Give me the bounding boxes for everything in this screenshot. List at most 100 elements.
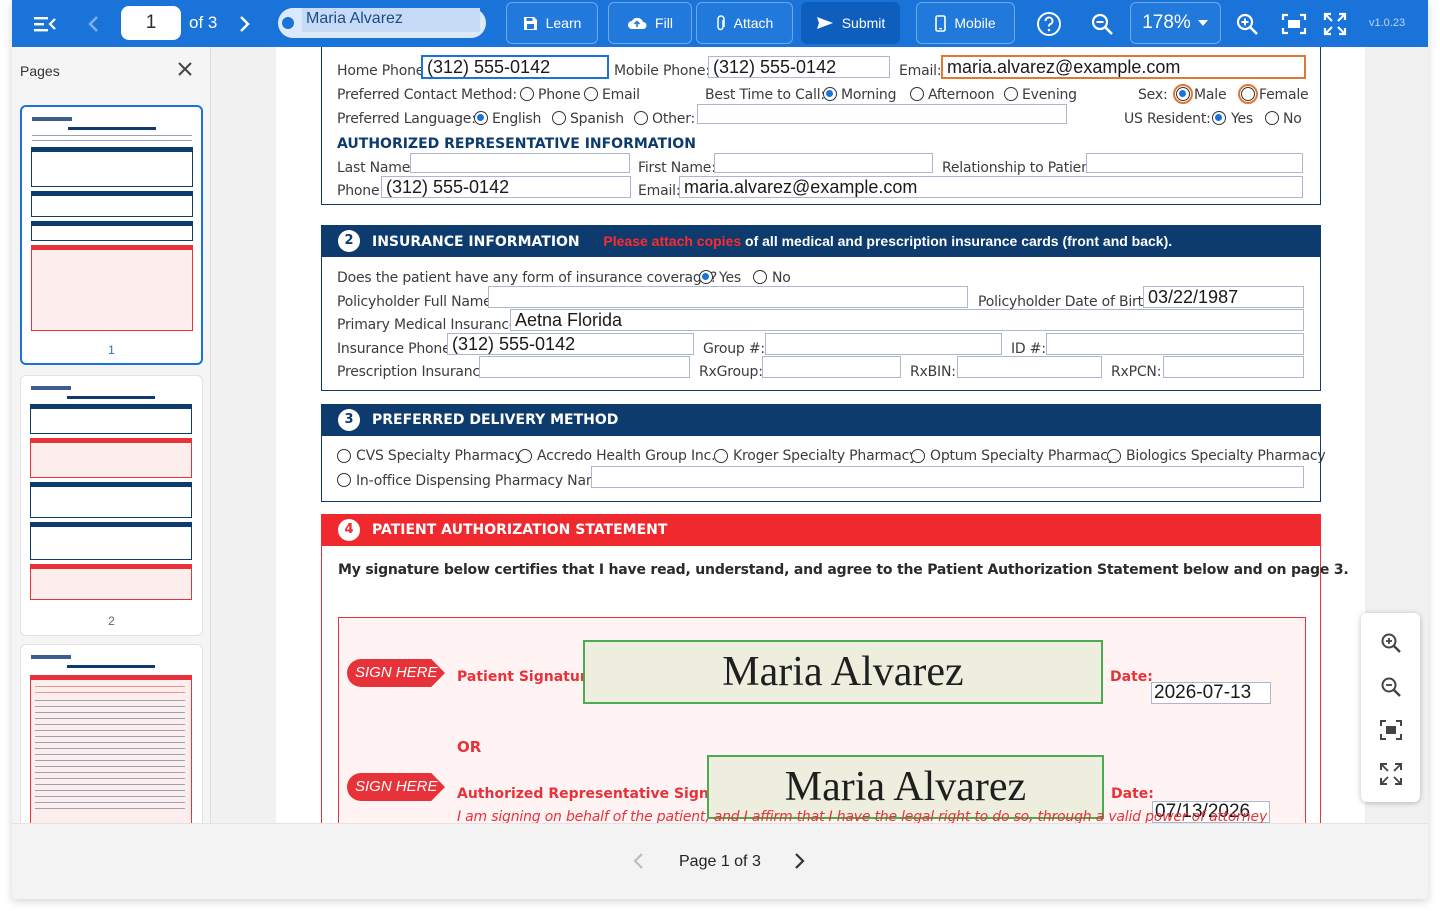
contact-phone-label: Phone [538,87,581,103]
close-icon[interactable] [177,61,193,82]
radio-resident-yes[interactable] [1212,111,1226,125]
rep-last-name-field[interactable] [410,153,630,173]
section-number: 2 [338,230,360,252]
section-number: 4 [338,519,360,541]
attach-label: Attach [733,15,774,31]
page-thumbnail-1[interactable]: 1 [20,105,203,365]
id-field[interactable] [1046,333,1304,355]
toolbar: 1 of 3 Maria Alvarez Learn Fill Attach S… [12,0,1428,47]
policyholder-dob-field[interactable]: 03/22/1987 [1143,286,1304,308]
primary-insurance-label: Primary Medical Insurance: [337,317,522,333]
patient-signature-field[interactable]: Maria Alvarez [583,640,1103,704]
radio-time-morning[interactable] [823,87,837,101]
sex-male-label: Male [1194,87,1227,103]
group-field[interactable] [765,333,1002,355]
sex-female-label: Female [1259,87,1309,103]
rep-phone-field[interactable]: (312) 555-0142 [381,176,631,198]
radio-lang-english[interactable] [474,111,488,125]
radio-sex-male[interactable] [1173,84,1193,104]
insurance-phone-field[interactable]: (312) 555-0142 [447,333,694,355]
radio-lang-spanish[interactable] [552,111,566,125]
pdf-form-app: 1 of 3 Maria Alvarez Learn Fill Attach S… [12,0,1428,899]
patient-date-field[interactable]: 2026-07-13 [1151,682,1271,704]
radio-delivery-optum[interactable] [911,449,925,463]
rep-email-field[interactable]: maria.alvarez@example.com [679,176,1303,198]
rep-email-label: Email: [638,183,681,199]
preferred-language-label: Preferred Language: [337,111,476,127]
rep-relationship-field[interactable] [1086,153,1303,173]
page-number-input[interactable]: 1 [121,6,181,40]
primary-insurance-field[interactable]: Aetna Florida [510,309,1304,331]
submit-button[interactable]: Submit [801,2,900,44]
email-field[interactable]: maria.alvarez@example.com [941,55,1306,79]
sidebar-toggle-icon[interactable] [30,0,60,47]
next-page-icon[interactable] [232,0,256,47]
phone-icon [935,14,947,32]
mobile-button[interactable]: Mobile [916,2,1015,44]
radio-time-afternoon[interactable] [910,87,924,101]
radio-coverage-no[interactable] [753,270,767,284]
fullscreen-icon[interactable] [1361,752,1420,796]
zoom-value: 178% [1142,12,1191,33]
radio-resident-no[interactable] [1265,111,1279,125]
email-label: Email: [899,63,942,79]
delivery-option-label: CVS Specialty Pharmacy [356,448,523,464]
radio-delivery-kroger[interactable] [714,449,728,463]
group-label: Group #: [703,341,765,357]
rx-group-label: RxGroup: [699,364,763,380]
inoffice-label: In-office Dispensing Pharmacy Name: [356,473,613,489]
help-icon[interactable] [1034,0,1064,47]
page-thumbnail-2[interactable]: 2 [20,375,203,636]
attach-button[interactable]: Attach [696,2,793,44]
home-phone-field[interactable]: (312) 555-0142 [421,55,609,79]
paperclip-icon [716,14,725,30]
rx-bin-field[interactable] [957,356,1102,378]
rep-first-name-field[interactable] [714,153,933,173]
lang-other-field[interactable] [697,104,1067,124]
radio-delivery-inoffice[interactable] [337,473,351,487]
section-4-header: 4 PATIENT AUTHORIZATION STATEMENT [321,514,1321,546]
rep-last-name-label: Last Name: [337,160,415,176]
fit-width-icon[interactable] [1279,0,1309,47]
zoom-select[interactable]: 178% [1130,2,1221,44]
next-page-icon[interactable] [792,852,806,875]
rep-phone-label: Phone: [337,183,384,199]
page-thumbnail-3[interactable] [20,644,203,823]
inoffice-pharmacy-field[interactable] [591,466,1304,488]
signature-chip[interactable]: Maria Alvarez [278,8,486,38]
radio-coverage-yes[interactable] [699,270,713,284]
resident-yes-label: Yes [1231,111,1253,127]
zoom-in-icon[interactable] [1361,621,1420,665]
zoom-out-icon[interactable] [1361,665,1420,709]
preferred-contact-label: Preferred Contact Method: [337,87,517,103]
rep-relationship-label: Relationship to Patient: [942,160,1100,176]
zoom-in-icon[interactable] [1232,0,1262,47]
mobile-phone-field[interactable]: (312) 555-0142 [708,56,890,78]
radio-contact-email[interactable] [584,87,598,101]
zoom-out-icon[interactable] [1087,0,1117,47]
fullscreen-icon[interactable] [1320,0,1350,47]
previous-page-icon[interactable] [632,852,646,875]
fit-page-icon[interactable] [1361,708,1420,752]
section-4-title: PATIENT AUTHORIZATION STATEMENT [372,522,668,538]
document-viewport[interactable]: Home Phone: (312) 555-0142 Mobile Phone:… [212,47,1428,823]
radio-delivery-accredo[interactable] [518,449,532,463]
radio-sex-female[interactable] [1238,84,1258,104]
policyholder-name-field[interactable] [488,286,968,308]
rx-pcn-field[interactable] [1163,356,1304,378]
thumbnail-label: 1 [108,343,115,357]
fill-button[interactable]: Fill [608,2,692,44]
radio-time-evening[interactable] [1004,87,1018,101]
learn-button[interactable]: Learn [506,2,598,44]
rx-group-field[interactable] [762,356,901,378]
thumbnail-preview [27,651,195,823]
insurance-phone-label: Insurance Phone: [337,341,456,357]
save-icon [523,16,537,30]
radio-contact-phone[interactable] [520,87,534,101]
radio-lang-other[interactable] [634,111,648,125]
radio-delivery-biologics[interactable] [1107,449,1121,463]
radio-delivery-cvs[interactable] [337,449,351,463]
sex-label: Sex: [1138,87,1168,103]
rx-insurance-field[interactable] [479,356,690,378]
previous-page-icon[interactable] [82,0,106,47]
